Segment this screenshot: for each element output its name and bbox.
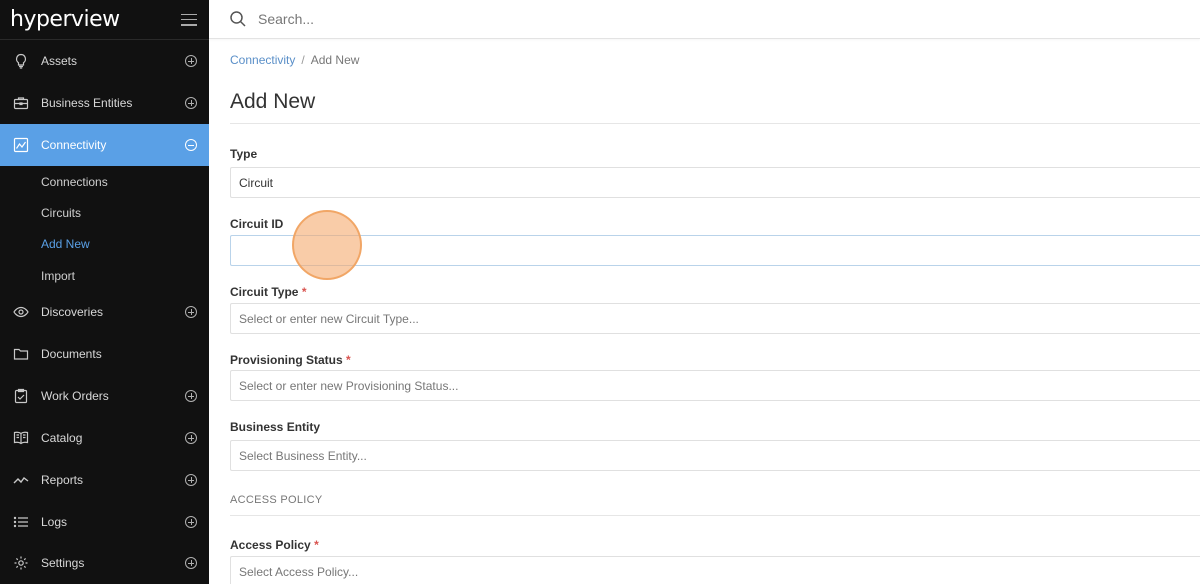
sidebar-item-logs[interactable]: Logs	[0, 501, 209, 543]
collapse-minus-icon[interactable]	[185, 139, 197, 151]
hamburger-menu-icon[interactable]	[181, 13, 197, 26]
eye-icon	[12, 303, 30, 321]
expand-plus-icon[interactable]	[185, 432, 197, 444]
expand-plus-icon[interactable]	[185, 474, 197, 486]
sidebar-item-label: Work Orders	[41, 389, 109, 403]
sidebar-item-label: Logs	[41, 515, 68, 529]
connectivity-icon	[12, 136, 30, 154]
circuit-id-input[interactable]	[230, 235, 1200, 266]
sidebar-item-label: Assets	[41, 54, 78, 68]
hyperview-logo[interactable]: hyperview	[10, 7, 120, 32]
type-label: Type	[230, 147, 258, 161]
sidebar-item-reports[interactable]: Reports	[0, 459, 209, 501]
breadcrumb-current: Add New	[310, 53, 360, 67]
access-policy-label: Access Policy *	[230, 538, 319, 552]
brand-bar: hyperview	[0, 0, 209, 40]
sidebar-item-connectivity[interactable]: Connectivity	[0, 124, 209, 166]
page-title: Add New	[230, 90, 316, 113]
sidebar-item-label: Business Entities	[41, 96, 133, 110]
search-icon[interactable]	[229, 10, 247, 28]
sidebar-item-catalog[interactable]: Catalog	[0, 417, 209, 459]
circuit-id-label: Circuit ID	[230, 217, 284, 231]
expand-plus-icon[interactable]	[185, 390, 197, 402]
briefcase-icon	[12, 94, 30, 112]
sidebar: hyperview Assets Business Entities Conne…	[0, 0, 209, 584]
breadcrumb-link-connectivity[interactable]: Connectivity	[230, 53, 295, 67]
breadcrumb: Connectivity / Add New	[230, 53, 359, 67]
book-icon	[12, 429, 30, 447]
circuit-type-select[interactable]	[230, 303, 1200, 334]
breadcrumb-separator: /	[301, 53, 305, 67]
business-entity-label: Business Entity	[230, 420, 321, 434]
sidebar-item-business-entities[interactable]: Business Entities	[0, 82, 209, 124]
required-marker: *	[301, 285, 307, 299]
expand-plus-icon[interactable]	[185, 306, 197, 318]
access-policy-section-heading: ACCESS POLICY	[230, 494, 323, 506]
clipboard-check-icon	[12, 387, 30, 405]
sidebar-item-label: Documents	[41, 347, 102, 361]
folder-icon	[12, 345, 30, 363]
expand-plus-icon[interactable]	[185, 55, 197, 67]
sidebar-item-work-orders[interactable]: Work Orders	[0, 375, 209, 417]
sidebar-subitem-connections[interactable]: Connections	[41, 175, 108, 189]
list-icon	[12, 513, 30, 531]
sidebar-item-documents[interactable]: Documents	[0, 333, 209, 375]
business-entity-select[interactable]	[230, 440, 1200, 471]
access-policy-select[interactable]	[230, 556, 1200, 584]
expand-plus-icon[interactable]	[185, 557, 197, 569]
lightbulb-icon	[12, 52, 30, 70]
gear-icon	[12, 554, 30, 572]
provisioning-status-label: Provisioning Status *	[230, 353, 351, 367]
circuit-type-label: Circuit Type *	[230, 285, 307, 299]
type-field[interactable]	[230, 167, 1200, 198]
sidebar-item-settings[interactable]: Settings	[0, 542, 209, 584]
provisioning-status-select[interactable]	[230, 370, 1200, 401]
top-bar	[209, 0, 1200, 39]
line-chart-icon	[12, 471, 30, 489]
sidebar-item-label: Connectivity	[41, 138, 107, 152]
expand-plus-icon[interactable]	[185, 97, 197, 109]
sidebar-subitem-add-new[interactable]: Add New	[41, 237, 90, 251]
required-marker: *	[314, 538, 319, 552]
sidebar-subitem-import[interactable]: Import	[41, 269, 75, 283]
search-input[interactable]	[258, 11, 858, 27]
required-marker: *	[346, 353, 351, 367]
sidebar-item-label: Catalog	[41, 431, 83, 445]
section-divider	[230, 515, 1200, 516]
sidebar-item-assets[interactable]: Assets	[0, 40, 209, 82]
title-divider	[230, 123, 1200, 124]
click-indicator	[292, 210, 362, 280]
sidebar-item-discoveries[interactable]: Discoveries	[0, 291, 209, 333]
sidebar-item-label: Reports	[41, 473, 84, 487]
main-content: Connectivity / Add New Add New Type Circui…	[209, 40, 1200, 584]
sidebar-subitem-circuits[interactable]: Circuits	[41, 206, 81, 220]
expand-plus-icon[interactable]	[185, 516, 197, 528]
sidebar-item-label: Discoveries	[41, 305, 104, 319]
sidebar-item-label: Settings	[41, 556, 85, 570]
